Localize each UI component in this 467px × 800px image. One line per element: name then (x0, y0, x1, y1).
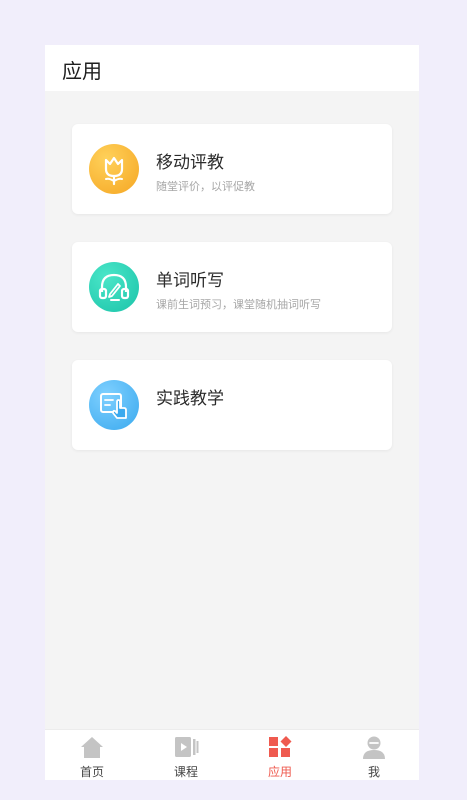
app-card-title: 单词听写 (156, 271, 224, 291)
bottom-tab-bar: 首页 课程 应用 我 (45, 729, 419, 780)
tab-label: 课程 (173, 765, 198, 779)
tulip-icon (89, 144, 139, 194)
tab-label: 首页 (79, 765, 104, 779)
app-card-word-dictation[interactable]: 单词听写 课前生词预习，课堂随机抽词听写 (72, 242, 392, 332)
home-icon (81, 737, 103, 758)
app-card-title: 实践教学 (156, 389, 224, 409)
apps-grid-icon (269, 736, 292, 757)
tab-me[interactable]: 我 (327, 730, 419, 780)
profile-icon (363, 736, 385, 759)
headphones-pen-icon (89, 262, 139, 312)
tab-label: 我 (367, 765, 380, 779)
tab-home[interactable]: 首页 (45, 730, 139, 780)
page-title: 应用 (62, 59, 102, 83)
touch-screen-icon (89, 380, 139, 430)
page-header: 应用 (45, 45, 419, 91)
app-card-subtitle: 课前生词预习，课堂随机抽词听写 (156, 298, 321, 311)
app-frame: 应用 移动评教 随堂评价，以评促教 单词听写 课前生词预习，课堂随机抽词听写 实… (45, 45, 419, 780)
video-icon (175, 737, 199, 757)
app-card-title: 移动评教 (156, 153, 224, 173)
app-card-subtitle: 随堂评价，以评促教 (156, 180, 255, 193)
app-card-mobile-evaluation[interactable]: 移动评教 随堂评价，以评促教 (72, 124, 392, 214)
app-card-practice-teaching[interactable]: 实践教学 (72, 360, 392, 450)
tab-courses[interactable]: 课程 (139, 730, 233, 780)
tab-label: 应用 (267, 765, 292, 779)
tab-apps[interactable]: 应用 (233, 730, 327, 780)
